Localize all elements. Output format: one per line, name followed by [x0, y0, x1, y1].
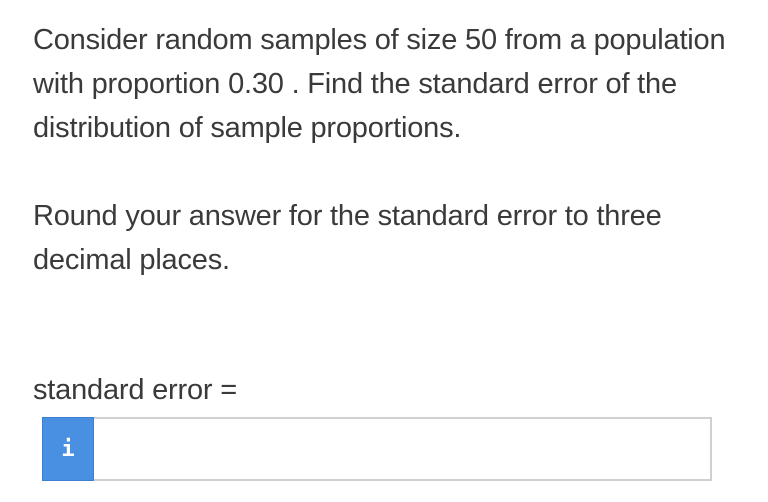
question-area: Consider random samples of size 50 from … — [33, 18, 753, 282]
standard-error-input[interactable] — [94, 417, 712, 481]
info-icon: i — [61, 436, 75, 462]
answer-row: i — [42, 417, 712, 481]
standard-error-label: standard error = — [33, 374, 237, 406]
rounding-instruction: Round your answer for the standard error… — [33, 200, 662, 276]
info-button[interactable]: i — [42, 417, 94, 481]
question-text: Consider random samples of size 50 from … — [33, 24, 726, 144]
